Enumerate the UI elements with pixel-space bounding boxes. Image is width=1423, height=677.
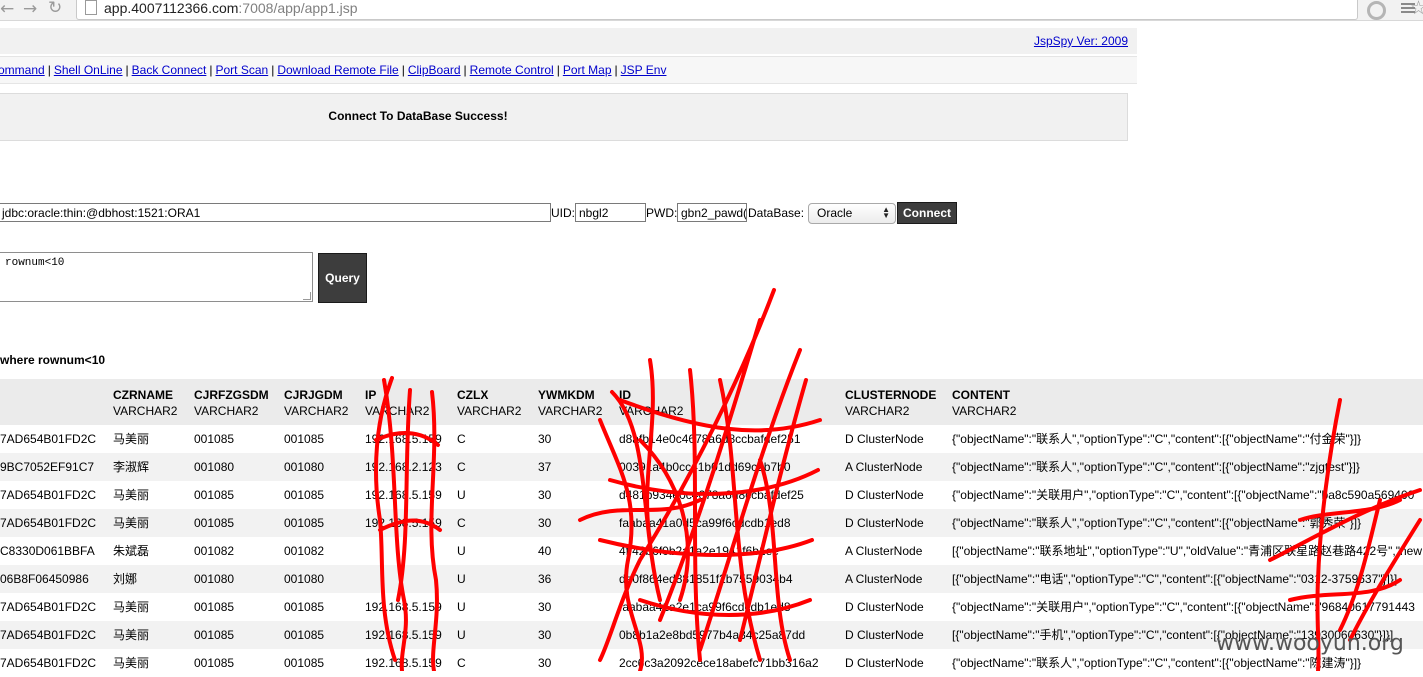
redaction-scribble	[374, 288, 1422, 671]
watermark: www.wooyun.org	[1216, 631, 1404, 656]
scribble-strokes	[374, 288, 1422, 671]
